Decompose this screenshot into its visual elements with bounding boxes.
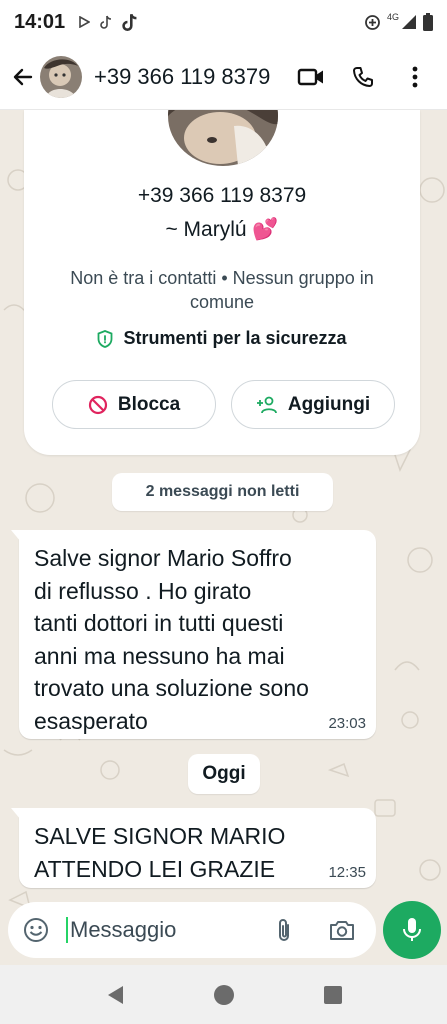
- bubble-tail: [11, 530, 21, 542]
- bubble-tail: [11, 808, 21, 820]
- chat-area[interactable]: +39 366 119 8379 ~ Marylú 💕 Non è tra i …: [0, 110, 447, 965]
- tiktok-icon: [100, 15, 112, 29]
- chat-header: +39 366 119 8379: [0, 44, 447, 110]
- message-text: SALVE SIGNOR MARIO ATTENDO LEI GRAZIE: [34, 823, 286, 882]
- data-saver-icon: [365, 14, 380, 30]
- shield-check-icon: [98, 329, 113, 348]
- video-call-icon: [297, 68, 323, 85]
- voice-message-button[interactable]: [383, 901, 441, 959]
- safety-tools-label: Strumenti per la sicurezza: [123, 328, 347, 348]
- safety-tools-link[interactable]: Strumenti per la sicurezza: [24, 328, 420, 349]
- chat-title[interactable]: +39 366 119 8379: [94, 64, 270, 90]
- message-bubble[interactable]: SALVE SIGNOR MARIO ATTENDO LEI GRAZIE 12…: [11, 808, 376, 888]
- status-right: 4G: [364, 12, 433, 31]
- composer-actions: [268, 914, 364, 946]
- message-composer: Messaggio: [0, 900, 447, 964]
- contact-photo[interactable]: [168, 110, 278, 166]
- network-type: 4G: [386, 12, 399, 22]
- contact-avatar[interactable]: [40, 55, 82, 98]
- camera-button[interactable]: [326, 914, 358, 946]
- message-input[interactable]: Messaggio: [66, 917, 176, 943]
- unread-messages-banner: 2 messaggi non letti: [112, 473, 333, 511]
- message-input-container: Messaggio: [8, 902, 376, 958]
- day-separator: Oggi: [188, 754, 260, 794]
- message-bubble[interactable]: Salve signor Mario Soffro di reflusso . …: [11, 530, 376, 739]
- back-arrow-icon: [13, 68, 33, 85]
- unread-label: 2 messaggi non letti: [145, 483, 300, 500]
- signal-icon: [402, 15, 416, 29]
- block-button[interactable]: Blocca: [52, 380, 216, 429]
- play-icon: [79, 16, 91, 28]
- voice-call-icon: [353, 66, 373, 87]
- add-contact-label: Aggiungi: [287, 393, 371, 415]
- more-vert-icon: [412, 66, 418, 87]
- system-navigation-bar: [0, 965, 447, 1024]
- contact-info-card: +39 366 119 8379 ~ Marylú 💕 Non è tra i …: [24, 110, 420, 455]
- tiktok-icon: [122, 13, 137, 31]
- block-icon: [88, 395, 107, 414]
- emoji-icon: [24, 918, 48, 942]
- video-call-button[interactable]: [295, 61, 327, 93]
- add-contact-button[interactable]: Aggiungi: [231, 380, 395, 429]
- message-text: Salve signor Mario Soffro di reflusso . …: [34, 545, 309, 734]
- contact-name: ~ Marylú 💕: [165, 218, 279, 241]
- voice-call-button[interactable]: [347, 61, 379, 93]
- contact-phone: +39 366 119 8379: [137, 184, 307, 207]
- attach-icon: [279, 919, 289, 941]
- status-bar: 14:01 4G: [0, 0, 447, 44]
- attach-button[interactable]: [268, 914, 300, 946]
- message-time: 23:03: [328, 715, 366, 732]
- add-person-icon: [256, 396, 277, 413]
- header-actions: [295, 61, 439, 93]
- nav-home-icon[interactable]: [213, 984, 235, 1006]
- mic-icon: [403, 918, 421, 941]
- status-time: 14:01: [14, 10, 66, 33]
- nav-recents-icon[interactable]: [323, 985, 343, 1005]
- message-time: 12:35: [328, 864, 366, 881]
- notification-icons: [79, 13, 138, 31]
- nav-back-icon[interactable]: [105, 984, 125, 1006]
- battery-icon: [423, 13, 433, 31]
- more-options-button[interactable]: [399, 61, 431, 93]
- camera-icon: [330, 921, 354, 940]
- block-label: Blocca: [117, 393, 181, 415]
- emoji-button[interactable]: [20, 914, 52, 946]
- back-button[interactable]: [8, 62, 38, 92]
- contact-status: Non è tra i contatti • Nessun gruppo in …: [70, 268, 374, 312]
- day-label: Oggi: [202, 763, 246, 784]
